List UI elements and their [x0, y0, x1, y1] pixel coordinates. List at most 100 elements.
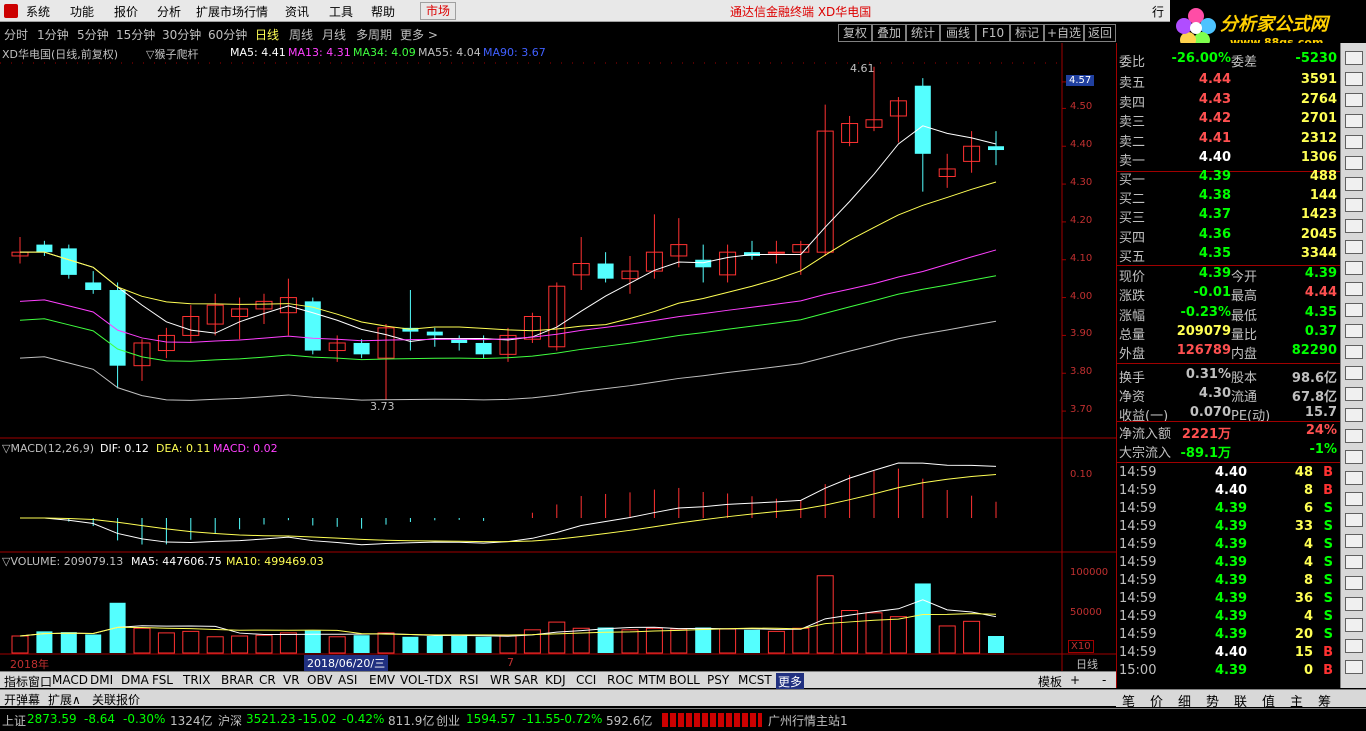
toolbar-tool-icon[interactable] — [1345, 660, 1363, 674]
toolbar-tool-icon[interactable] — [1345, 513, 1363, 527]
tick-tm: 14:59 — [1119, 483, 1157, 498]
indicator-tab-更多[interactable]: 更多 — [776, 673, 805, 690]
indicator-tab-mcst[interactable]: MCST — [738, 673, 772, 687]
quote-cell: 买一 — [1119, 173, 1146, 188]
macd-title[interactable]: ▽MACD(12,26,9) — [2, 442, 94, 455]
trade-button[interactable]: 行 — [1152, 3, 1164, 20]
indicator-tab-asi[interactable]: ASI — [338, 673, 357, 687]
volume-unit: X10 — [1068, 640, 1094, 653]
toolbar-tool-icon[interactable] — [1345, 240, 1363, 254]
volume-bar — [695, 627, 712, 653]
toolbar-tool-icon[interactable] — [1345, 93, 1363, 107]
tick-pr: 4.40 — [1215, 465, 1248, 480]
kline-chart[interactable] — [0, 0, 1116, 671]
toolbar-tool-icon[interactable] — [1345, 534, 1363, 548]
indicator-tab-psy[interactable]: PSY — [707, 673, 729, 687]
tick-tm: 14:59 — [1119, 591, 1157, 606]
tick-bs: S — [1323, 573, 1333, 588]
quote-cell: 涨跌 — [1119, 289, 1146, 305]
indicator-tab-cci[interactable]: CCI — [576, 673, 596, 687]
volume-bar — [451, 636, 468, 653]
low-annotation: 3.73 — [370, 400, 395, 413]
quote-cell: 4.30 — [1198, 385, 1231, 401]
indicator-tab-wr[interactable]: WR — [490, 673, 510, 687]
quote-cell: 买二 — [1119, 192, 1146, 208]
indicator-right-2[interactable]: - — [1102, 673, 1106, 687]
toolbar-tool-icon[interactable] — [1345, 261, 1363, 275]
toolbar-tool-icon[interactable] — [1345, 345, 1363, 359]
toolbar-tool-icon[interactable] — [1345, 135, 1363, 149]
toolbar-tool-icon[interactable] — [1345, 72, 1363, 86]
toolbar-tool-icon[interactable] — [1345, 156, 1363, 170]
toolbar-tool-icon[interactable] — [1345, 429, 1363, 443]
tick-row: 14:59 4.39 33 S — [1119, 519, 1339, 537]
toolbar-tool-icon[interactable] — [1345, 219, 1363, 233]
indicator-tab-指标[interactable]: 指标 — [4, 673, 28, 690]
toolbar-tool-icon[interactable] — [1345, 198, 1363, 212]
volume-title[interactable]: ▽VOLUME: 209079.13 — [2, 555, 123, 568]
toolbar-tool-icon[interactable] — [1345, 387, 1363, 401]
toolbar-tool-icon[interactable] — [1345, 492, 1363, 506]
toolbar-tool-icon[interactable] — [1345, 114, 1363, 128]
toolbar-tool-icon[interactable] — [1345, 282, 1363, 296]
quote-cell: 4.41 — [1198, 130, 1231, 146]
indicator-tab-emv[interactable]: EMV — [369, 673, 395, 687]
volume-bar — [109, 602, 126, 653]
indicator-tab-dmi[interactable]: DMI — [90, 673, 113, 687]
logo-text: 分析家公式网 — [1220, 14, 1328, 35]
candle-body — [597, 263, 614, 279]
volume-bar — [353, 635, 370, 653]
server-name[interactable]: 广州行情主站1 — [768, 712, 848, 729]
indicator-tab-brar[interactable]: BRAR — [221, 673, 254, 687]
ma90-label: MA90: 3.67 — [483, 46, 546, 59]
toolbar-tool-icon[interactable] — [1345, 618, 1363, 632]
sz-value: 3521.23 — [246, 712, 296, 726]
toolbar-tool-icon[interactable] — [1345, 555, 1363, 569]
toolbar-tool-icon[interactable] — [1345, 450, 1363, 464]
quote-cell: 流通 — [1231, 389, 1258, 405]
indicator-tab-fsl[interactable]: FSL — [152, 673, 173, 687]
indicator-tab-trix[interactable]: TRIX — [183, 673, 210, 687]
quote-cell: 净资 — [1119, 389, 1146, 405]
toolbar-tool-icon[interactable] — [1345, 639, 1363, 653]
toolbar-tool-icon[interactable] — [1345, 366, 1363, 380]
indicator-tab-vr[interactable]: VR — [283, 673, 300, 687]
toolbar-tool-icon[interactable] — [1345, 51, 1363, 65]
toolbar-tool-icon[interactable] — [1345, 471, 1363, 485]
indicator-tab-obv[interactable]: OBV — [307, 673, 333, 687]
indicator-tab-vol-tdx[interactable]: VOL-TDX — [400, 673, 452, 687]
cy-amount: 592.6亿 — [606, 714, 653, 728]
indicator-tab-roc[interactable]: ROC — [607, 673, 633, 687]
indicator-tab-boll[interactable]: BOLL — [669, 673, 700, 687]
quote-cell: 2221万 — [1181, 427, 1231, 442]
volume-bar — [792, 627, 810, 654]
toolbar-tool-icon[interactable] — [1345, 576, 1363, 590]
toolbar-tool-icon[interactable] — [1345, 177, 1363, 191]
related-quote[interactable]: 关联报价 — [92, 691, 140, 708]
quote-cell: 4.35 — [1198, 245, 1231, 261]
toolbar-tool-icon[interactable] — [1345, 303, 1363, 317]
indicator-tab-macd[interactable]: MACD — [52, 673, 88, 687]
toolbar-tool-icon[interactable] — [1345, 597, 1363, 611]
indicator-name[interactable]: ▽猴子爬杆 — [146, 46, 198, 62]
expand-toggle[interactable]: 扩展∧ — [48, 691, 81, 708]
toolbar-tool-icon[interactable] — [1345, 408, 1363, 422]
indicator-tab-mtm[interactable]: MTM — [638, 673, 666, 687]
indicator-right-1[interactable]: + — [1070, 673, 1080, 687]
indicator-tab-sar[interactable]: SAR — [514, 673, 538, 687]
indicator-tab-rsi[interactable]: RSI — [459, 673, 479, 687]
indicator-tab-窗口[interactable]: 窗口 — [28, 673, 52, 690]
quote-row: 买一 4.39 488 — [1119, 169, 1339, 188]
indicator-tab-kdj[interactable]: KDJ — [545, 673, 566, 687]
indicator-tab-cr[interactable]: CR — [259, 673, 276, 687]
tick-vol: 36 — [1294, 591, 1313, 606]
indicator-right-0[interactable]: 模板 — [1038, 673, 1062, 690]
danmaku-toggle[interactable]: 开弹幕 — [4, 691, 40, 708]
price-axis-label: 3.80 — [1070, 366, 1093, 378]
toolbar-tool-icon[interactable] — [1345, 324, 1363, 338]
quote-cell: -26.00% — [1171, 51, 1231, 66]
tick-pr: 4.39 — [1215, 537, 1248, 552]
quote-cell: 外盘 — [1119, 347, 1146, 363]
indicator-tab-dma[interactable]: DMA — [121, 673, 149, 687]
quote-cell: 股本 — [1231, 370, 1258, 386]
